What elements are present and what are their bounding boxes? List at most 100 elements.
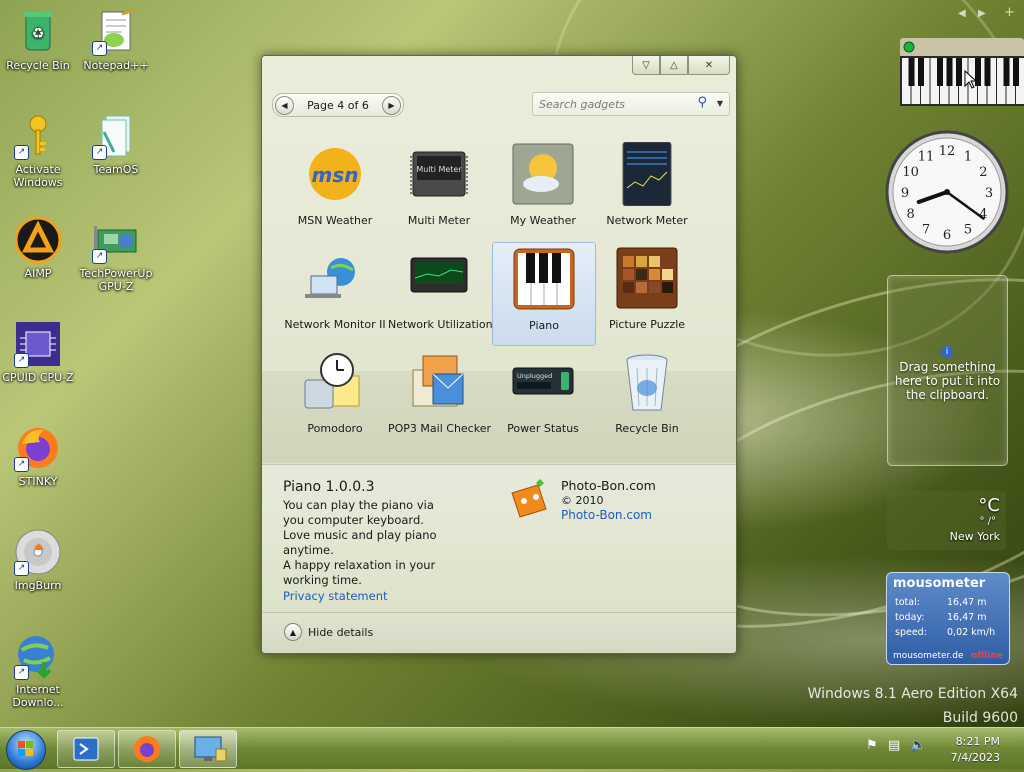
taskbar-clock[interactable]: 8:21 PM 7/4/2023 [951,734,1000,766]
next-page-button[interactable]: ▶ [382,95,401,115]
shortcut-arrow-icon: ↗ [92,145,107,160]
desktop-icon-activate-windows[interactable]: ↗ Activate Windows [0,112,76,189]
aimp-icon [14,216,62,264]
gadget-tile-msn-weather[interactable]: msn MSN Weather [284,138,386,240]
folder-icon: ↗ [92,112,140,160]
picture-puzzle-icon [615,246,679,310]
desktop-icon-gpuz[interactable]: ↗ TechPowerUp GPU-Z [78,216,154,293]
build-watermark: Build 9600 [942,710,1018,726]
start-button[interactable] [6,730,46,770]
gadget-tile-power-status[interactable]: Unplugged Power Status [492,346,594,448]
gpu-card-icon: ↗ [92,216,140,264]
gadget-tile-network-monitor-ii[interactable]: Network Monitor II [284,242,386,344]
gadget-tile-network-utilization[interactable]: Network Utilization [388,242,493,344]
desktop-icon-cpuz[interactable]: ↗ CPUID CPU-Z [0,320,76,384]
author-website-link[interactable]: Photo-Bon.com [561,508,656,523]
desktop-icon-stinky[interactable]: ↗ STINKY [0,424,76,488]
volume-muted-icon[interactable]: 🔈 [910,738,926,754]
arrow-left-icon: ◀ [281,100,288,110]
desktop-icon-imgburn[interactable]: ↗ ImgBurn [0,528,76,592]
previous-page-button[interactable]: ◀ [275,95,294,115]
gadget-tile-multi-meter[interactable]: Multi Meter Multi Meter [388,138,490,240]
taskbar-firefox[interactable] [118,730,176,768]
clock-gadget[interactable]: 12 1 2 3 4 5 6 7 8 9 10 11 [884,129,1010,255]
weather-gadget[interactable]: °C ° /° New York [887,491,1006,550]
sidebar-add-icon[interactable]: + [1004,5,1015,20]
page-indicator: Page 4 of 6 [307,98,369,112]
shortcut-arrow-icon: ↗ [14,561,29,576]
desktop-icon-aimp[interactable]: AIMP [0,216,76,280]
desktop-icon-recycle-bin[interactable]: ♻ Recycle Bin [0,8,76,72]
shortcut-arrow-icon: ↗ [14,457,29,472]
gadget-tile-network-meter[interactable]: Network Meter [596,138,698,240]
close-icon: ✕ [704,59,714,71]
globe-download-icon: ↗ [14,632,62,680]
action-center-icon[interactable]: ⚑ [866,738,882,754]
shortcut-arrow-icon: ↗ [14,665,29,680]
piano-black-key [918,58,924,86]
sidebar-next-icon[interactable]: ▶ [978,8,986,19]
piano-gadget[interactable] [900,38,1024,106]
notepadpp-icon: ↗ [92,8,140,56]
gadget-gallery-window: ▽ △ ✕ ◀ Page 4 of 6 ▶ Search gadgets ⚲ ▼… [261,55,737,654]
taskbar: ⚑ ▤ 🔈 8:21 PM 7/4/2023 [0,727,1024,770]
gadget-tile-pop3-mail-checker[interactable]: POP3 Mail Checker [388,346,491,448]
gadget-details-panel: Piano 1.0.0.3 You can play the piano via… [262,464,736,612]
mail-checker-icon [407,350,471,414]
mousometer-status[interactable]: offline [971,651,1003,661]
mousometer-speed: speed: 0,02 km/h [895,627,996,638]
mouse-cursor-icon [964,70,978,89]
desktop-gadgets-icon [194,736,227,762]
maximize-button[interactable]: △ [660,56,688,75]
search-gadgets-input[interactable]: Search gadgets ⚲ ▼ [532,92,730,116]
network-meter-icon [615,141,679,207]
arrow-right-icon: ▶ [388,100,395,110]
desktop-icon-teamos[interactable]: ↗ TeamOS [78,112,154,176]
powershell-icon [73,737,99,761]
piano-black-key [1013,58,1019,86]
hide-details-button[interactable]: ▲ Hide details [284,623,373,641]
clock-number: 9 [901,186,909,201]
gadget-tile-my-weather[interactable]: My Weather [492,138,594,240]
taskbar-gadget-gallery[interactable] [179,730,237,768]
desktop-icon-idm[interactable]: ↗ Internet Downlo... [0,632,76,709]
clock-number: 10 [902,165,919,180]
taskbar-powershell[interactable] [57,730,115,768]
desktop-icon-notepadpp[interactable]: ↗ Notepad++ [78,8,154,72]
shortcut-arrow-icon: ↗ [92,249,107,264]
windows-logo-icon [18,741,33,756]
piano-black-key [908,58,915,86]
network-icon[interactable]: ▤ [888,738,904,754]
pomodoro-icon [303,350,367,414]
weather-unit: °C [978,495,1000,516]
gadget-tile-piano[interactable]: Piano [492,242,596,346]
gadget-tile-recycle-bin[interactable]: Recycle Bin [596,346,698,448]
gallery-footer: ▲ Hide details [262,612,736,653]
power-status-text: Unplugged [517,372,552,380]
key-icon: ↗ [14,112,62,160]
chevron-up-icon: ▲ [284,623,302,641]
mousometer-footer: mousometer.de offline [893,651,1003,661]
clipboard-gadget[interactable]: i Drag something here to put it into the… [887,275,1008,466]
gadget-tile-picture-puzzle[interactable]: Picture Puzzle [596,242,698,344]
piano-black-key [946,58,953,86]
gadget-tile-pomodoro[interactable]: Pomodoro [284,346,386,448]
mousometer-gadget[interactable]: mousometer total: 16,47 m today: 16,47 m s… [886,572,1010,665]
recycle-bin-icon: ♻ [14,8,62,56]
search-icon[interactable]: ⚲ [697,95,707,110]
search-placeholder: Search gadgets [539,98,626,111]
clock-number: 1 [964,150,972,165]
minimize-button[interactable]: ▽ [632,56,660,75]
clock-number: 12 [939,144,956,159]
privacy-statement-link[interactable]: Privacy statement [283,589,388,603]
close-button[interactable]: ✕ [688,56,730,75]
sidebar-prev-icon[interactable]: ◀ [958,8,966,19]
msn-weather-icon: msn [303,142,367,206]
mousometer-today: today: 16,47 m [895,612,987,623]
piano-black-key [937,58,943,86]
chevron-up-icon: △ [670,59,678,71]
dropdown-arrow-icon[interactable]: ▼ [717,99,723,108]
gadget-grid: msn MSN Weather Multi Meter Multi Meter … [278,138,718,448]
disc-icon: ↗ [14,528,62,576]
shortcut-arrow-icon: ↗ [14,145,29,160]
